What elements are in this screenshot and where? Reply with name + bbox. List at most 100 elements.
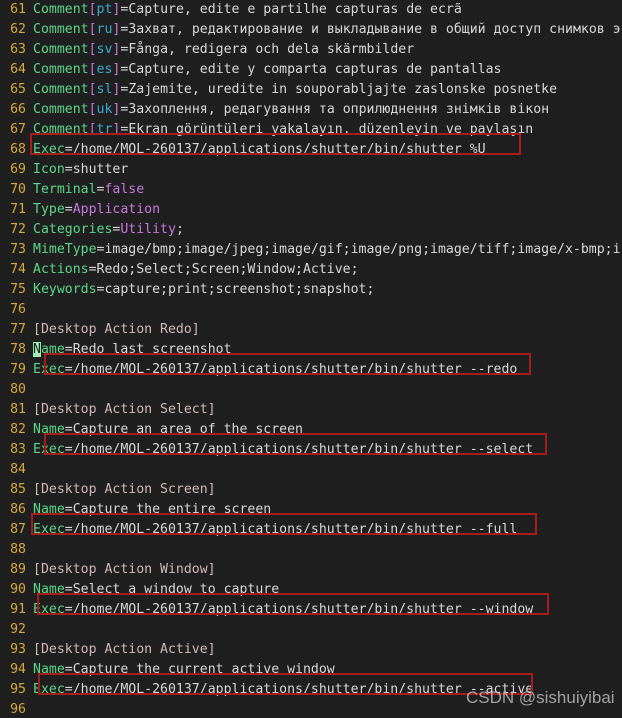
code-line[interactable]: 67 Comment[tr]=Ekran görüntüleri yakalayı…: [0, 120, 622, 140]
entry-value: /home/MQL-260137/applications/shutter/bi…: [72, 682, 534, 697]
entry-value: /home/MQL-260137/applications/shutter/bi…: [72, 142, 486, 157]
code-line[interactable]: 77 [Desktop Action Redo]: [0, 320, 622, 340]
entry-key: Exec: [33, 522, 65, 537]
equals-sign: =: [64, 202, 73, 217]
entry-value: Захоплення, редагування та оприлюднення …: [128, 102, 550, 117]
code-line[interactable]: 64 Comment[es]=Capture, edite y comparta …: [0, 60, 622, 80]
code-line[interactable]: 80: [0, 380, 622, 400]
code-line[interactable]: 84: [0, 460, 622, 480]
entry-value: Ekran görüntüleri yakalayın, düzenleyin …: [128, 122, 534, 137]
entry-key: Comment: [33, 122, 89, 137]
entry-key: ame: [40, 342, 65, 357]
code-line[interactable]: 88: [0, 540, 622, 560]
line-number: 79: [10, 362, 26, 377]
entry-value: Zajemite, uredite in souporabljajte zasl…: [128, 82, 558, 97]
entry-key: Type: [33, 202, 65, 217]
entry-key: Comment: [33, 2, 89, 17]
code-line[interactable]: 87 Exec=/home/MQL-260137/applications/shu…: [0, 520, 622, 540]
code-line-content: Type=Application: [33, 200, 160, 220]
entry-value: /home/MQL-260137/applications/shutter/bi…: [72, 522, 518, 537]
entry-key: Name: [33, 662, 65, 677]
code-line[interactable]: 66 Comment[uk]=Захоплення, редагування та…: [0, 100, 622, 120]
line-number: 88: [10, 542, 26, 557]
code-line-content: Comment[es]=Capture, edite y comparta ca…: [33, 60, 502, 80]
entry-value: capture;print;screenshot;snapshot;: [104, 282, 375, 297]
entry-value: Redo last screenshot: [72, 342, 232, 357]
code-line[interactable]: 69 Icon=shutter: [0, 160, 622, 180]
line-number: 93: [10, 642, 26, 657]
code-line[interactable]: 94 Name=Capture the current active window: [0, 660, 622, 680]
line-number: 71: [10, 202, 26, 217]
code-line-content: Exec=/home/MQL-260137/applications/shutt…: [33, 360, 517, 380]
entry-key: Actions: [33, 262, 89, 277]
entry-key: Name: [33, 502, 65, 517]
code-line[interactable]: 81 [Desktop Action Select]: [0, 400, 622, 420]
code-line[interactable]: 63 Comment[sv]=Fånga, redigera och dela s…: [0, 40, 622, 60]
code-line[interactable]: 71 Type=Application: [0, 200, 622, 220]
section-header: [Desktop Action Window]: [33, 562, 216, 577]
code-line[interactable]: 92: [0, 620, 622, 640]
entry-value: Capture, edite e partilhe capturas de ec…: [128, 2, 462, 17]
code-line[interactable]: 70 Terminal=false: [0, 180, 622, 200]
equals-sign: =: [64, 362, 73, 377]
code-editor-view[interactable]: 61 Comment[pt]=Capture, edite e partilhe …: [0, 0, 622, 718]
line-number: 73: [10, 242, 26, 257]
entry-value: image/bmp;image/jpeg;image/gif;image/png…: [104, 242, 621, 257]
code-line[interactable]: 65 Comment[sl]=Zajemite, uredite in soupo…: [0, 80, 622, 100]
entry-key: Icon: [33, 162, 65, 177]
entry-value: /home/MQL-260137/applications/shutter/bi…: [72, 362, 518, 377]
line-number: 90: [10, 582, 26, 597]
code-line-content: Actions=Redo;Select;Screen;Window;Active…: [33, 260, 359, 280]
bracket-open: [: [88, 62, 97, 77]
code-line[interactable]: 74 Actions=Redo;Select;Screen;Window;Acti…: [0, 260, 622, 280]
line-number: 72: [10, 222, 26, 237]
code-line[interactable]: 62 Comment[ru]=Захват, редактирование и в…: [0, 20, 622, 40]
code-line[interactable]: 90 Name=Select a window to capture: [0, 580, 622, 600]
equals-sign: =: [64, 442, 73, 457]
bracket-open: [: [88, 122, 97, 137]
entry-key: Name: [33, 582, 65, 597]
entry-value: shutter: [72, 162, 129, 177]
code-line-content: [Desktop Action Redo]: [33, 320, 200, 340]
code-line-content: Keywords=capture;print;screenshot;snapsh…: [33, 280, 374, 300]
code-line-content: Name=Capture the current active window: [33, 660, 335, 680]
code-line[interactable]: 75 Keywords=capture;print;screenshot;snap…: [0, 280, 622, 300]
entry-key: Comment: [33, 102, 89, 117]
line-number: 91: [10, 602, 26, 617]
equals-sign: =: [64, 602, 73, 617]
code-line[interactable]: 82 Name=Capture an area of the screen: [0, 420, 622, 440]
code-line-content: Exec=/home/MQL-260137/applications/shutt…: [33, 140, 486, 160]
line-number: 70: [10, 182, 26, 197]
line-number: 74: [10, 262, 26, 277]
code-line[interactable]: 61 Comment[pt]=Capture, edite e partilhe …: [0, 0, 622, 20]
code-line[interactable]: 83 Exec=/home/MQL-260137/applications/shu…: [0, 440, 622, 460]
locale-code: tr: [96, 122, 113, 137]
code-line-content: MimeType=image/bmp;image/jpeg;image/gif;…: [33, 240, 621, 260]
code-line[interactable]: 68 Exec=/home/MQL-260137/applications/shu…: [0, 140, 622, 160]
line-number: 67: [10, 122, 26, 137]
entry-key: Comment: [33, 82, 89, 97]
code-line[interactable]: 86 Name=Capture the entire screen: [0, 500, 622, 520]
entry-value: /home/MQL-260137/applications/shutter/bi…: [72, 602, 534, 617]
code-line[interactable]: 85 [Desktop Action Screen]: [0, 480, 622, 500]
code-line[interactable]: 79 Exec=/home/MQL-260137/applications/shu…: [0, 360, 622, 380]
code-line[interactable]: 93 [Desktop Action Active]: [0, 640, 622, 660]
entry-value: Utility: [120, 222, 176, 237]
code-line-content: Name=Capture the entire screen: [33, 500, 271, 520]
code-line[interactable]: 76: [0, 300, 622, 320]
equals-sign: =: [64, 342, 73, 357]
line-number: 64: [10, 62, 26, 77]
equals-sign: =: [64, 682, 73, 697]
entry-value: Select a window to capture: [72, 582, 280, 597]
code-line[interactable]: 72 Categories=Utility;: [0, 220, 622, 240]
code-line[interactable]: 91 Exec=/home/MQL-260137/applications/shu…: [0, 600, 622, 620]
code-line[interactable]: 89 [Desktop Action Window]: [0, 560, 622, 580]
line-number: 65: [10, 82, 26, 97]
line-number: 62: [10, 22, 26, 37]
locale-code: ru: [96, 22, 113, 37]
code-line-content: Comment[pt]=Capture, edite e partilhe ca…: [33, 0, 462, 20]
text-cursor: N: [33, 342, 41, 357]
code-line[interactable]: 78 Name=Redo last screenshot: [0, 340, 622, 360]
code-line-content: Name=Redo last screenshot: [33, 340, 232, 360]
code-line[interactable]: 73 MimeType=image/bmp;image/jpeg;image/gi…: [0, 240, 622, 260]
